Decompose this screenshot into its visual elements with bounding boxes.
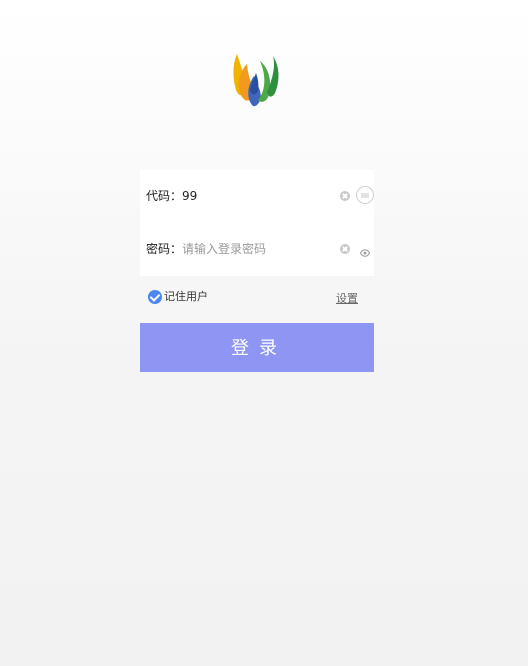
password-label: 密码： bbox=[146, 242, 183, 256]
keyboard-icon[interactable] bbox=[356, 186, 374, 204]
code-input[interactable]: 99 bbox=[182, 189, 197, 203]
login-form: 代码： 99 密码： 请输入登录密码 bbox=[140, 170, 374, 276]
settings-link[interactable]: 设置 bbox=[336, 293, 358, 305]
clear-icon[interactable] bbox=[340, 244, 350, 254]
check-icon bbox=[148, 290, 162, 304]
clear-icon[interactable] bbox=[340, 191, 350, 201]
login-button[interactable]: 登录 bbox=[140, 323, 374, 372]
remember-user-checkbox[interactable]: 记住用户 bbox=[148, 290, 208, 308]
eye-icon[interactable] bbox=[359, 243, 371, 257]
app-logo-icon bbox=[226, 48, 284, 120]
code-row: 代码： 99 bbox=[140, 170, 374, 223]
code-label: 代码： bbox=[146, 189, 183, 203]
remember-user-label: 记住用户 bbox=[164, 290, 208, 303]
password-row: 密码： 请输入登录密码 bbox=[140, 223, 374, 276]
keyboard-grid-icon bbox=[361, 193, 369, 198]
password-input[interactable]: 请输入登录密码 bbox=[182, 242, 266, 256]
